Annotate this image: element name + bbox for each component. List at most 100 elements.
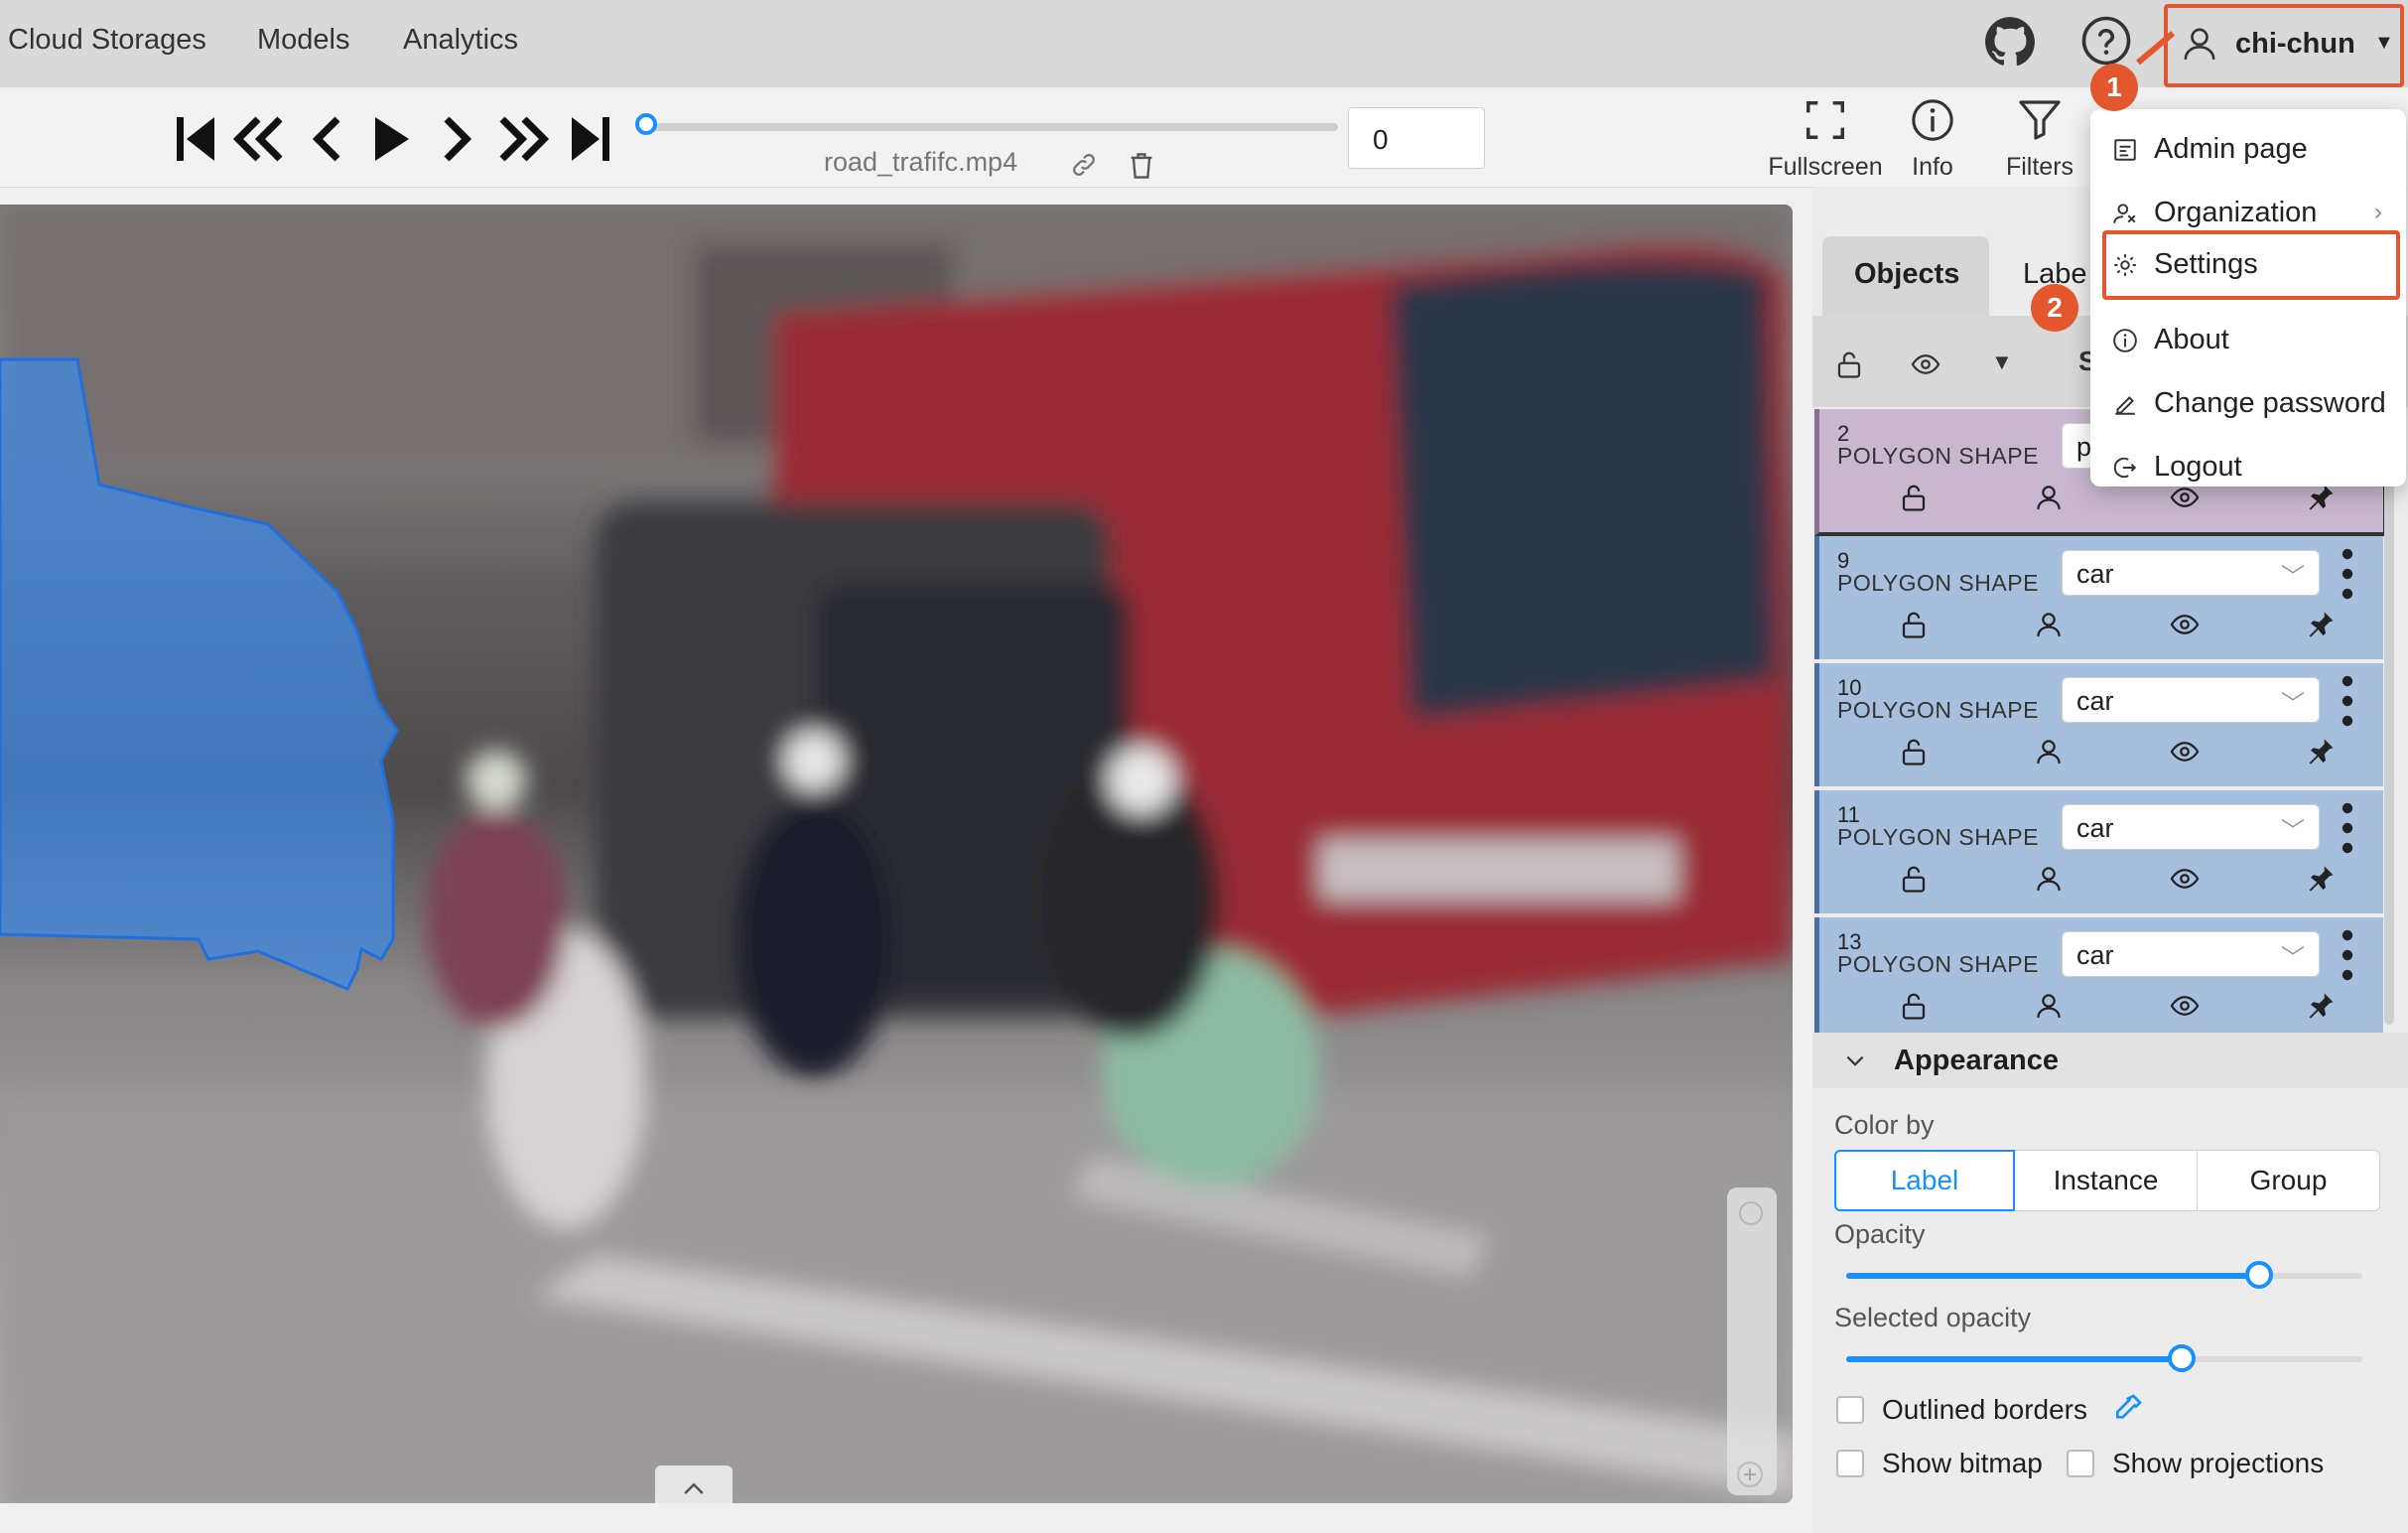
more-options-icon[interactable] <box>2336 798 2359 858</box>
step-badge: 2 <box>2031 284 2078 332</box>
eye-icon[interactable] <box>2169 864 2201 894</box>
show-bitmap-checkbox[interactable] <box>1836 1450 1864 1477</box>
chevron-down-icon: ﹀ <box>2281 818 2305 845</box>
frame-slider-handle[interactable] <box>635 113 657 135</box>
delete-frame-icon[interactable] <box>1128 151 1155 181</box>
expand-bottom-panel-button[interactable] <box>655 1465 733 1503</box>
object-label-select[interactable]: car ﹀ <box>2062 804 2320 850</box>
unlock-icon[interactable] <box>1899 483 1929 512</box>
copy-link-icon[interactable] <box>1070 151 1098 179</box>
outlined-borders-label: Outlined borders <box>1882 1394 2088 1425</box>
pin-icon[interactable] <box>2306 610 2336 639</box>
user-menu-button[interactable]: chi-chun ▼ <box>2164 4 2404 87</box>
pin-icon[interactable] <box>2306 864 2336 894</box>
eye-icon[interactable] <box>2169 737 2201 766</box>
user-name: chi-chun <box>2235 28 2355 60</box>
more-options-icon[interactable] <box>2336 925 2359 985</box>
object-type: POLYGON SHAPE <box>1837 697 2039 723</box>
more-options-icon[interactable] <box>2336 671 2359 731</box>
selected-opacity-slider-handle[interactable] <box>2168 1344 2196 1372</box>
info-icon <box>2113 329 2137 352</box>
gear-icon <box>2114 254 2136 276</box>
eye-icon[interactable] <box>2169 610 2201 639</box>
unlock-icon[interactable] <box>1899 864 1929 894</box>
user-icon <box>2184 28 2215 60</box>
help-icon[interactable] <box>2079 14 2133 68</box>
object-card[interactable]: 11 POLYGON SHAPE car ﹀ <box>1814 790 2383 913</box>
color-by-group-option[interactable]: Group <box>2198 1150 2380 1211</box>
user-icon[interactable] <box>2034 737 2064 766</box>
organization-icon <box>2113 204 2136 223</box>
user-icon[interactable] <box>2034 864 2064 894</box>
filter-icon <box>2019 100 2061 140</box>
menu-item-logout[interactable]: Logout <box>2090 439 2406 498</box>
object-label-select[interactable]: car ﹀ <box>2062 931 2320 977</box>
unlock-icon[interactable] <box>1899 737 1929 766</box>
object-label-select[interactable]: car ﹀ <box>2062 677 2320 723</box>
user-icon[interactable] <box>2034 483 2064 512</box>
color-by-instance-option[interactable]: Instance <box>2015 1150 2198 1211</box>
appearance-header[interactable]: Appearance <box>1812 1033 2408 1088</box>
lock-all-icon[interactable] <box>1834 349 1864 379</box>
previous-frame-icon[interactable] <box>298 107 357 171</box>
nav-analytics[interactable]: Analytics <box>403 24 518 57</box>
menu-item-label: Admin page <box>2154 133 2308 165</box>
nav-models[interactable]: Models <box>257 24 350 57</box>
menu-item-about[interactable]: About <box>2090 312 2406 371</box>
edit-icon <box>2115 396 2135 415</box>
zoom-in-icon[interactable]: + <box>1737 1462 1763 1487</box>
menu-item-settings[interactable]: Settings <box>2102 230 2400 300</box>
objects-scrollbar[interactable] <box>2384 409 2394 1025</box>
filters-button[interactable]: Filters <box>1975 91 2104 187</box>
tab-objects[interactable]: Objects <box>1822 236 1989 316</box>
annotation-canvas[interactable]: + <box>0 205 1793 1503</box>
chevron-right-icon: › <box>2374 199 2382 225</box>
user-icon[interactable] <box>2034 610 2064 639</box>
last-frame-icon[interactable] <box>560 107 619 171</box>
object-card[interactable]: 10 POLYGON SHAPE car ﹀ <box>1814 663 2383 786</box>
chevron-down-icon: ﹀ <box>2281 564 2305 591</box>
frame-number-input[interactable]: 0 <box>1348 107 1485 169</box>
chevron-up-icon <box>684 1482 704 1494</box>
object-card[interactable]: 13 POLYGON SHAPE car ﹀ <box>1814 917 2383 1041</box>
color-picker-icon[interactable] <box>2112 1392 2144 1424</box>
frame-number-value: 0 <box>1373 124 1389 155</box>
opacity-slider-handle[interactable] <box>2245 1261 2273 1289</box>
opacity-slider-fill <box>1846 1273 2259 1279</box>
frame-slider[interactable] <box>635 113 1338 135</box>
outlined-borders-checkbox[interactable] <box>1836 1396 1864 1424</box>
pin-icon[interactable] <box>2306 737 2336 766</box>
play-icon[interactable] <box>361 107 421 171</box>
object-label-select[interactable]: car ﹀ <box>2062 550 2320 596</box>
appearance-title: Appearance <box>1894 1045 2060 1076</box>
more-options-icon[interactable] <box>2336 544 2359 604</box>
fullscreen-icon <box>1806 101 1844 139</box>
eye-all-icon[interactable] <box>1910 349 1941 379</box>
pin-icon[interactable] <box>2306 991 2336 1021</box>
collapse-all-icon[interactable]: ▼ <box>1991 349 2013 375</box>
color-by-label-option[interactable]: Label <box>1834 1150 2015 1211</box>
menu-item-label: Change password <box>2154 387 2386 419</box>
zoom-handle[interactable] <box>1739 1201 1763 1225</box>
fast-forward-icon[interactable] <box>492 107 552 171</box>
opacity-slider[interactable] <box>1846 1261 2362 1289</box>
top-navigation-bar: Cloud Storages Models Analytics chi-chun… <box>0 0 2408 87</box>
user-icon[interactable] <box>2034 991 2064 1021</box>
unlock-icon[interactable] <box>1899 991 1929 1021</box>
object-card[interactable]: 9 POLYGON SHAPE car ﹀ <box>1814 536 2383 659</box>
info-label: Info <box>1912 153 1953 181</box>
zoom-control[interactable]: + <box>1727 1187 1777 1495</box>
unlock-icon[interactable] <box>1899 610 1929 639</box>
menu-item-admin-page[interactable]: Admin page <box>2090 121 2406 181</box>
nav-cloud-storages[interactable]: Cloud Storages <box>8 24 206 57</box>
show-projections-checkbox[interactable] <box>2067 1450 2094 1477</box>
chevron-down-icon <box>1846 1055 1864 1066</box>
first-frame-icon[interactable] <box>167 107 226 171</box>
github-icon[interactable] <box>1984 16 2036 68</box>
chevron-down-icon: ﹀ <box>2281 945 2305 972</box>
selected-opacity-slider[interactable] <box>1846 1344 2362 1372</box>
menu-item-change-password[interactable]: Change password <box>2090 375 2406 435</box>
eye-icon[interactable] <box>2169 991 2201 1021</box>
fast-backward-icon[interactable] <box>230 107 290 171</box>
next-frame-icon[interactable] <box>427 107 486 171</box>
